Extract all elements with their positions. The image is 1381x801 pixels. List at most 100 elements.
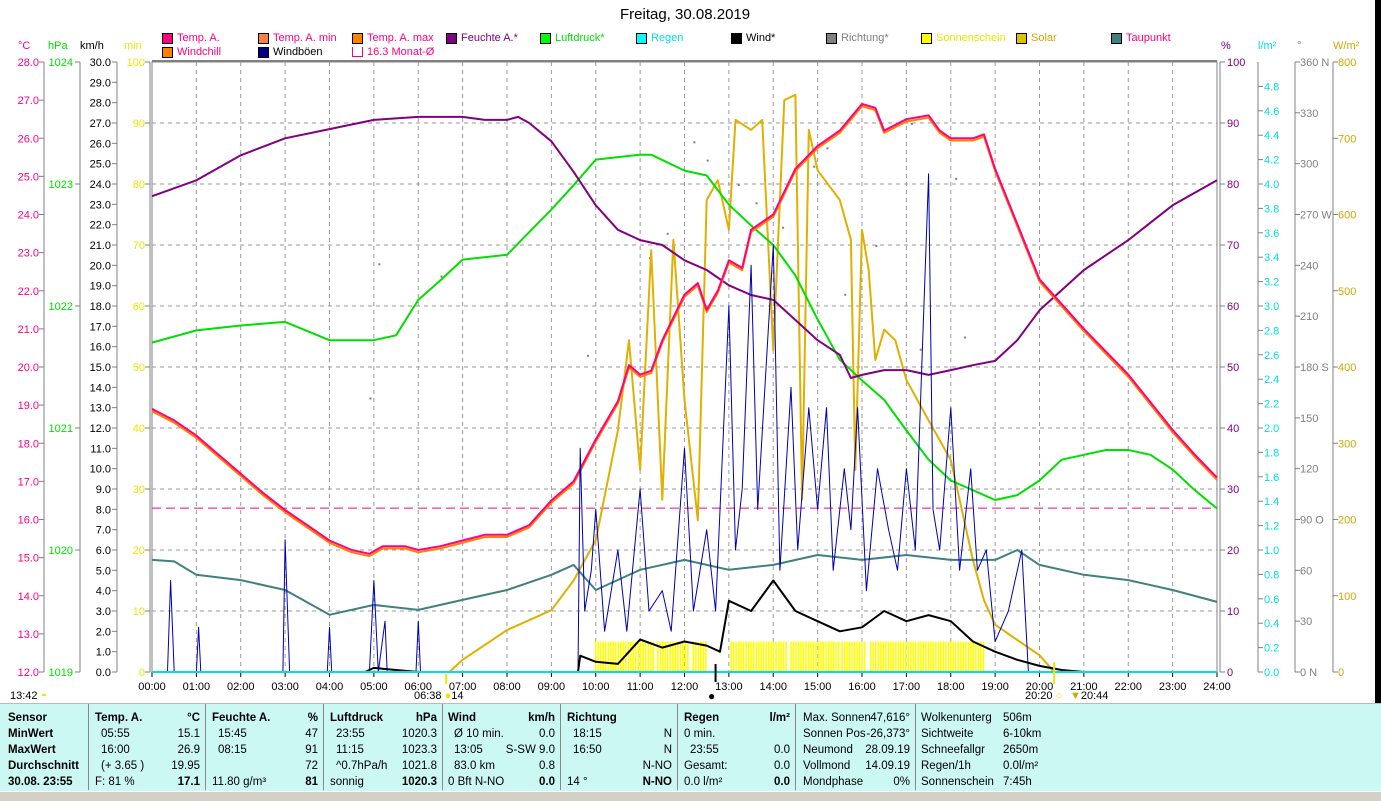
direction-point [693,141,696,144]
minutes-tick-label: 50 [133,362,145,374]
moonset-marker: ▼20:44 [1070,690,1108,702]
temp-unit: °C [187,712,200,724]
rain-header: Regen [684,712,720,724]
humidity-tick-label: 90 [1227,118,1239,130]
rain-tick-label: 3.8 [1264,203,1279,215]
minutes-tick-label: 70 [133,240,145,252]
wind-tick-label: 21.0 [90,240,111,252]
wind-tick-label: 1.0 [96,647,111,659]
minutes-tick-label: 10 [133,606,145,618]
wind-tick-label: 18.0 [90,301,111,313]
misc-value: 506m [1003,712,1032,724]
misc-label: Regen/1h [921,760,971,772]
direction-point [844,293,847,296]
panel-divider [205,704,206,790]
humidity-tick-label: 0 [1227,667,1233,679]
panel-divider [442,704,443,790]
minutes-tick-label: 0 [139,667,145,679]
rain-tick-label: 0.4 [1264,618,1279,630]
rain-tick-label: 3.2 [1264,277,1279,289]
temp-tick-label: 14.0 [18,591,39,603]
sensor-header: Sensor [8,712,47,724]
wind-tick-label: 7.0 [96,525,111,537]
temp-tick-label: 23.0 [18,248,39,260]
astro-value: 47,616° [870,712,910,724]
minutes-tick-label: 100 [127,57,145,69]
rain-row-value: 0.0 [774,744,790,756]
temp-tick-label: 15.0 [18,553,39,565]
temp-tick-label: 22.0 [18,286,39,298]
pressure-unit: hPa [415,712,437,724]
panel-divider [677,704,678,790]
misc-label: Sichtweite [921,728,974,740]
rain-tick-label: 2.2 [1264,399,1279,411]
direction-point [369,397,372,400]
x-tick-label: 24:00 [1203,681,1231,693]
temp-tick-label: 20.0 [18,362,39,374]
direction-row-value: N [663,744,672,756]
pressure-row-value: 1020.3 [401,776,437,788]
sun-icon: ◓ [40,690,48,702]
humidity-tick-label: 40 [1227,423,1239,435]
x-tick-label: 18:00 [937,681,965,693]
rain-tick-label: 4.4 [1264,130,1279,142]
direction-point [706,159,709,162]
x-tick-label: 15:00 [804,681,832,693]
pressure-tick-label: 1024 [49,57,73,69]
misc-label: Schneefallgr [921,744,985,756]
wind-tick-label: 24.0 [90,179,111,191]
misc-value: 2650m [1003,744,1039,756]
wind-tick-label: 20.0 [90,260,111,272]
rain-tick-label: 1.4 [1264,496,1279,508]
direction-tick-label: 330 [1300,108,1318,120]
pressure-tick-label: 1019 [49,667,73,679]
rain-unit: l/m² [769,712,790,724]
misc-value: 7:45h [1003,776,1032,788]
rain-tick-label: 2.4 [1264,374,1279,386]
rain-tick-label: 0.2 [1264,643,1279,655]
direction-tick-label: 90 O [1300,515,1324,527]
x-tick-label: 14:00 [759,681,787,693]
solar-tick-label: 700 [1338,133,1356,145]
humidity-tick-label: 20 [1227,545,1239,557]
direction-tick-label: 150 [1300,413,1318,425]
sunrise-time: 06:38 [414,690,442,702]
x-tick-label: 16:00 [848,681,876,693]
direction-point [782,226,785,229]
rain-tick-label: 1.2 [1264,521,1279,533]
sunset-time: 20:20 [1025,690,1053,702]
sensor-row-label: Durchschnitt [8,760,79,772]
direction-point [737,184,740,186]
x-tick-label: 00:00 [138,681,166,693]
x-tick-label: 11:00 [627,681,654,693]
panel-divider [560,704,561,790]
minutes-tick-label: 30 [133,484,145,496]
temp-tick-label: 27.0 [18,95,39,107]
pressure-row-value: 1023.3 [401,744,437,756]
rain-tick-label: 4.6 [1264,106,1279,118]
wind-tick-label: 22.0 [90,220,111,232]
sensor-row-label: MaxWert [8,744,56,756]
wind-tick-label: 3.0 [96,606,111,618]
wind-tick-label: 14.0 [90,382,111,394]
minutes-tick-label: 40 [133,423,145,435]
direction-tick-label: 270 W [1300,210,1332,222]
rain-tick-label: 1.8 [1264,447,1279,459]
x-tick-label: 05:00 [360,681,388,693]
pressure-row-value: 1021.8 [401,760,437,772]
temp-tick-label: 16.0 [18,515,39,527]
direction-point [813,165,816,168]
rain-tick-label: 1.0 [1264,545,1279,557]
panel-divider [915,704,916,790]
sunrise-marker: 06:38 ●14 [414,690,464,702]
direction-tick-label: 240 [1300,260,1318,272]
direction-tick-label: 300 [1300,159,1318,171]
direction-tick-label: 0 N [1300,667,1317,679]
panel-divider [323,704,324,790]
x-tick-label: 10:00 [582,681,610,693]
wind-tick-label: 4.0 [96,586,111,598]
humidity-tick-label: 50 [1227,362,1239,374]
temp-row-value: 19.95 [171,760,200,772]
current-time-marker: 13:42 ◓ [10,690,47,702]
x-tick-label: 03:00 [271,681,299,693]
